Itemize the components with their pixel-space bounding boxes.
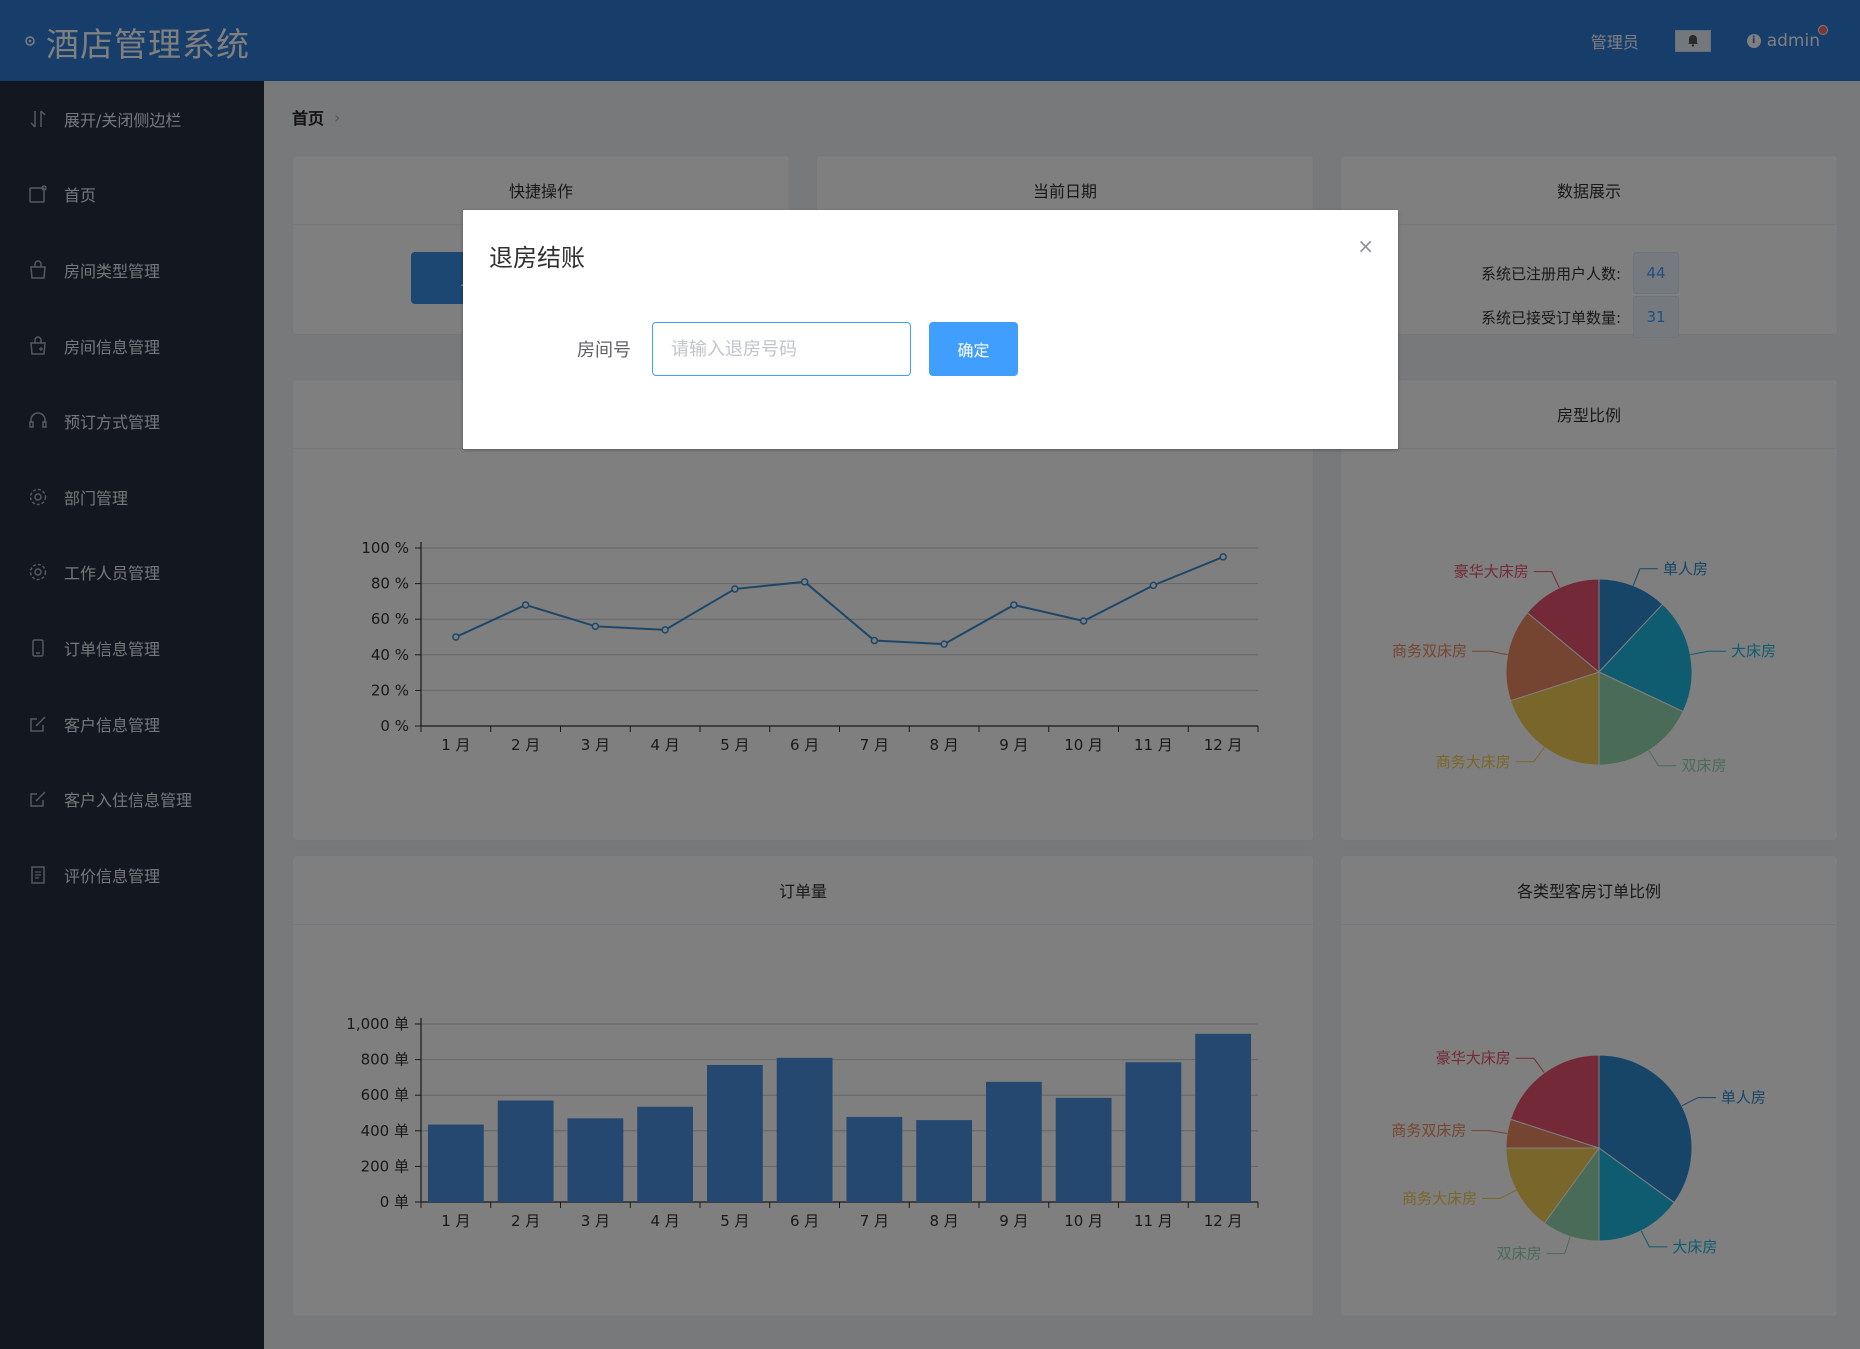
room-number-label: 房间号: [577, 340, 631, 361]
confirm-button[interactable]: 确定: [929, 322, 1018, 376]
room-number-input[interactable]: [652, 322, 911, 376]
checkout-dialog: 退房结账 × 房间号 确定: [463, 210, 1398, 449]
modal-overlay[interactable]: [0, 0, 1860, 1349]
dialog-title: 退房结账: [489, 244, 585, 272]
close-icon[interactable]: ×: [1357, 234, 1374, 258]
